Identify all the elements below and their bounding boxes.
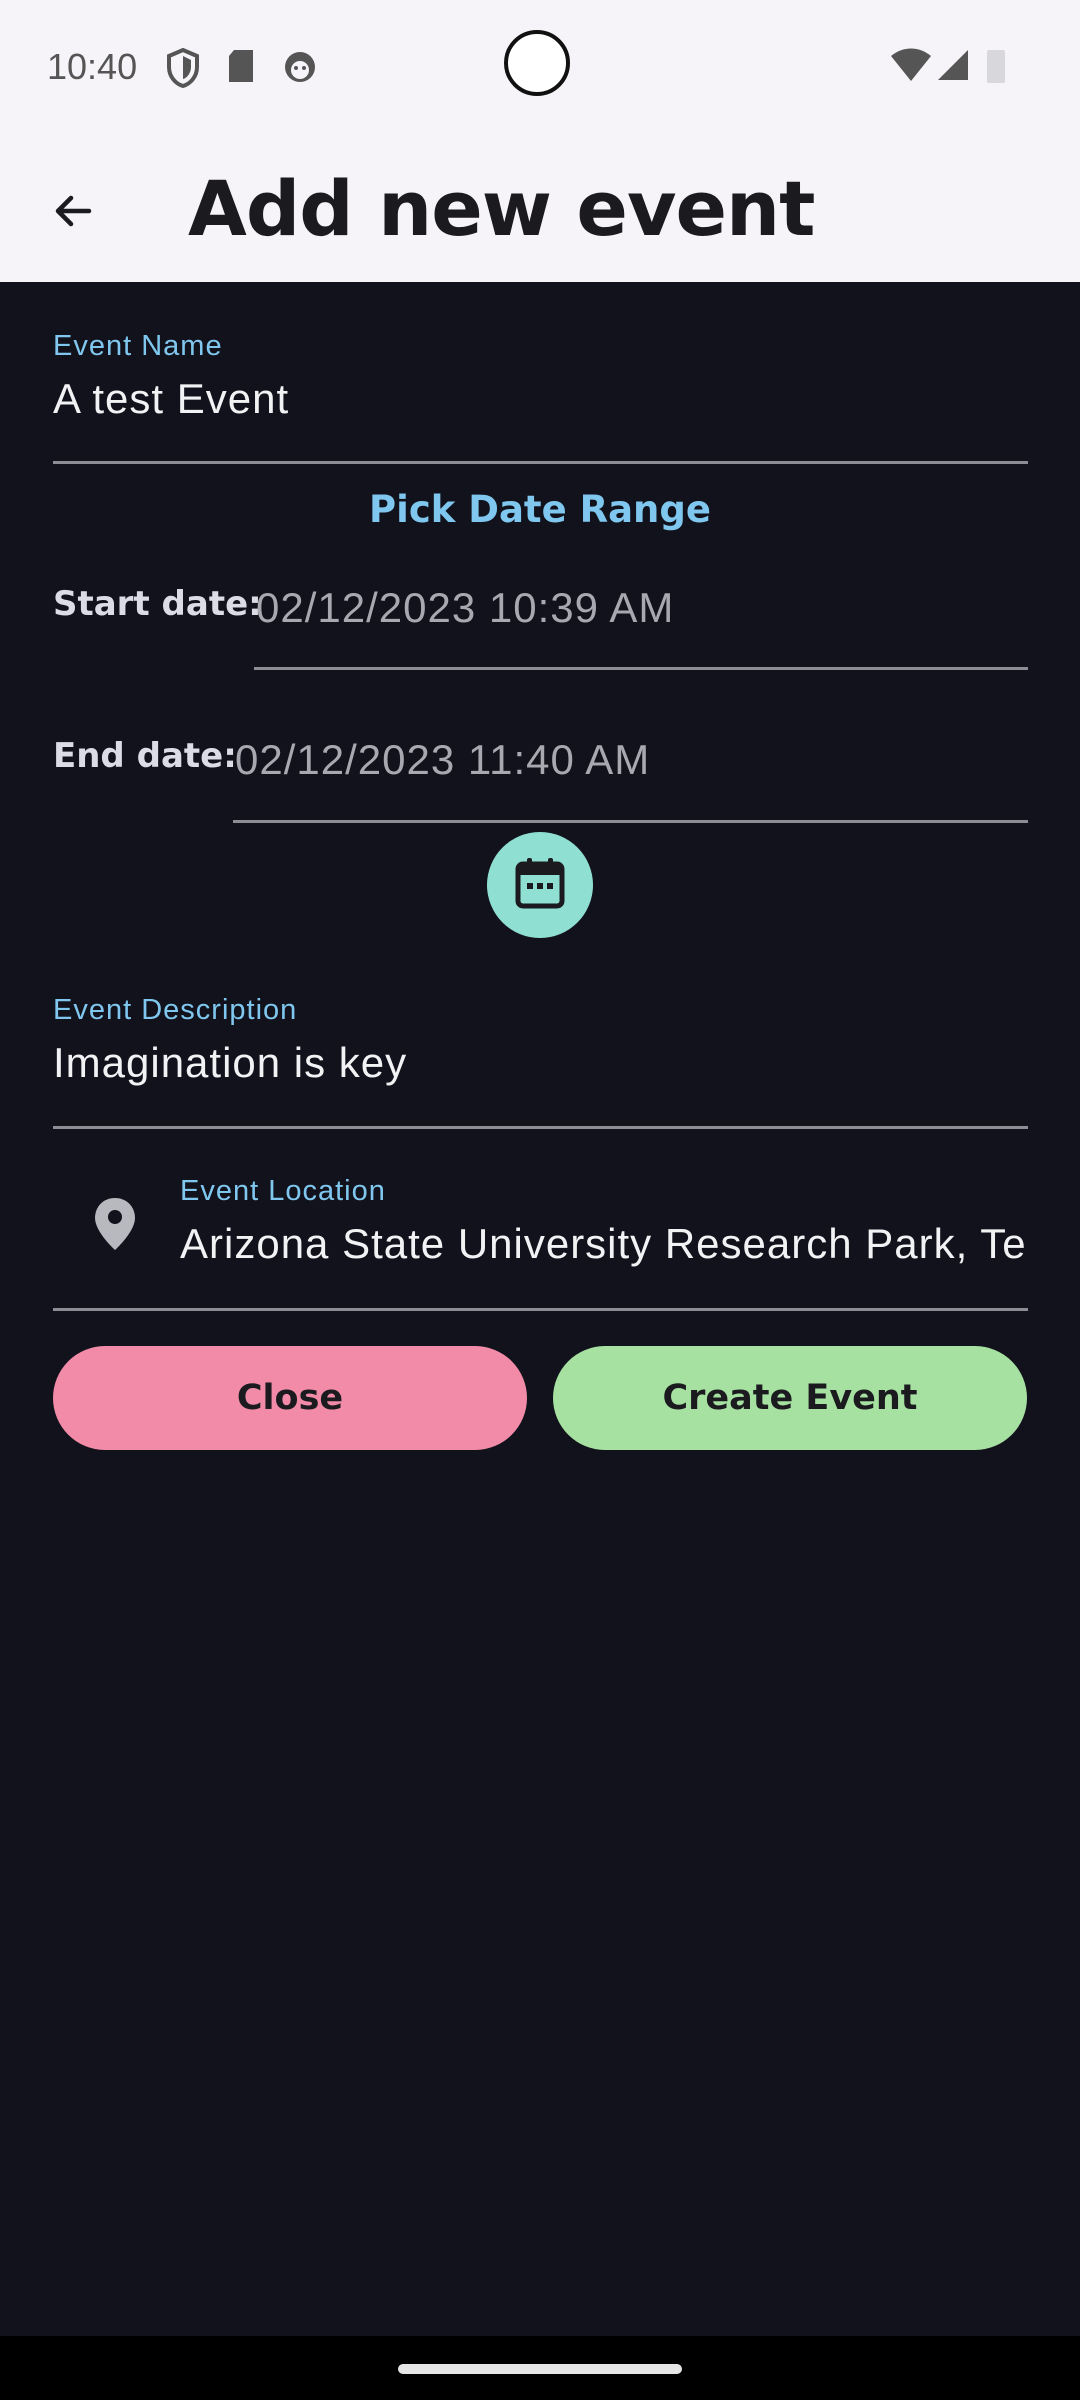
wifi-icon <box>890 48 932 86</box>
event-name-input[interactable]: A test Event <box>53 375 1028 423</box>
status-bar: 10:40 <box>0 0 1080 140</box>
event-description-underline <box>53 1126 1028 1129</box>
shield-icon <box>166 47 200 92</box>
event-description-field[interactable]: Event Description Imagination is key <box>53 994 1028 1087</box>
event-location-label: Event Location <box>180 1175 386 1207</box>
home-gesture-handle[interactable] <box>398 2364 682 2374</box>
page-title: Add new event <box>188 164 815 253</box>
start-date-input[interactable]: 02/12/2023 10:39 AM <box>256 584 674 632</box>
pick-date-range-title: Pick Date Range <box>369 488 711 531</box>
end-date-label: End date: <box>53 736 237 776</box>
app-bar: Add new event <box>0 140 1080 282</box>
event-location-underline <box>53 1308 1028 1311</box>
signal-icon <box>936 48 970 86</box>
battery-icon <box>986 48 1006 88</box>
calendar-icon <box>514 856 566 914</box>
event-name-field[interactable]: Event Name A test Event <box>53 330 1028 423</box>
end-date-input[interactable]: 02/12/2023 11:40 AM <box>235 736 650 784</box>
cat-face-icon <box>282 48 318 88</box>
close-button[interactable]: Close <box>53 1346 527 1450</box>
event-location-input[interactable]: Arizona State University Research Park, … <box>180 1220 1028 1268</box>
back-button[interactable] <box>30 170 116 256</box>
sd-card-icon <box>226 48 256 88</box>
event-description-input[interactable]: Imagination is key <box>53 1039 1028 1087</box>
event-location-field[interactable]: Event Location Arizona State University … <box>180 1175 1028 1268</box>
create-event-button[interactable]: Create Event <box>553 1346 1027 1450</box>
start-date-underline <box>254 667 1028 670</box>
camera-cutout <box>504 30 570 96</box>
arrow-left-icon <box>49 187 97 239</box>
end-date-underline <box>233 820 1028 823</box>
event-name-label: Event Name <box>53 330 223 362</box>
start-date-label: Start date: <box>53 584 262 624</box>
event-name-underline <box>53 461 1028 464</box>
event-description-label: Event Description <box>53 994 298 1026</box>
status-time: 10:40 <box>47 46 138 87</box>
calendar-button[interactable] <box>487 832 593 938</box>
location-pin-icon <box>92 1196 138 1256</box>
